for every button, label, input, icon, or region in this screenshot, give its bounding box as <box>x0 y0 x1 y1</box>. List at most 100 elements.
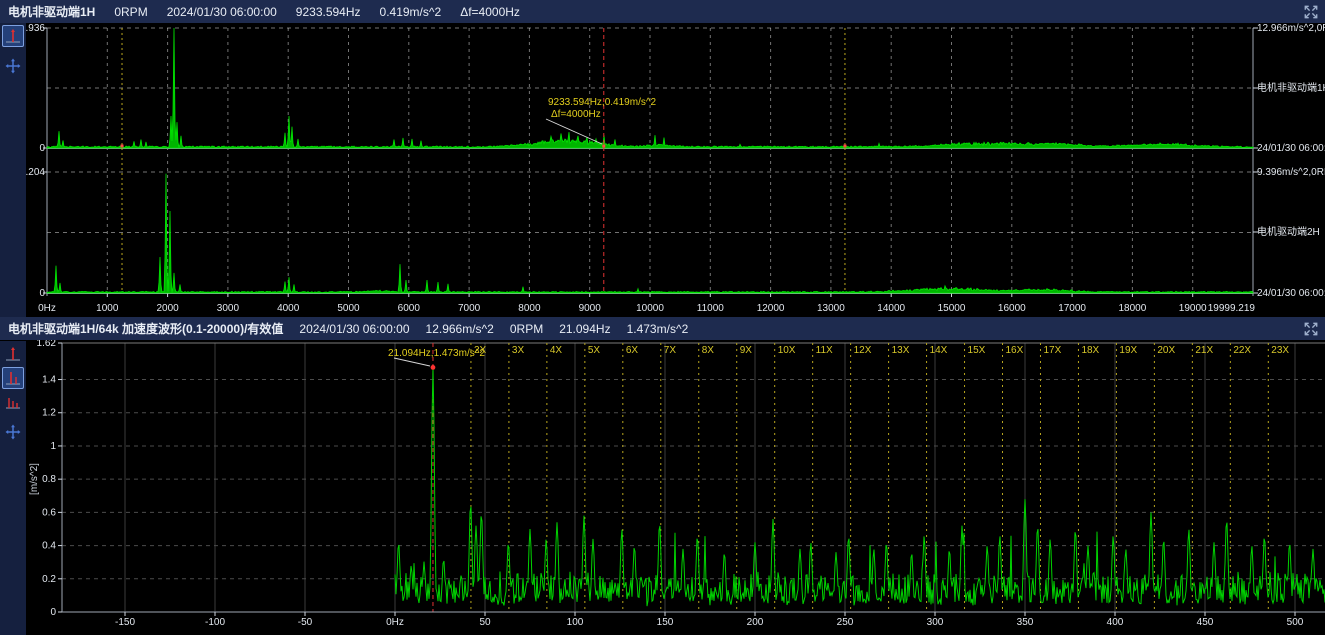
x-tick-label: 7000 <box>458 303 481 314</box>
top-plot-area[interactable]: 0Hz1000200030004000500060007000800090001… <box>0 0 1325 317</box>
x-tick-label: 14000 <box>877 303 905 314</box>
rpm-value: 0RPM <box>510 322 543 336</box>
bottom-toolbar <box>0 341 26 635</box>
y-tick-label: 1.4 <box>42 375 56 386</box>
harmonic-order-label: 8X <box>702 345 715 356</box>
y-axis-unit-label: [m/s^2] <box>29 463 40 495</box>
harmonic-cursor-tool-button[interactable] <box>2 391 24 413</box>
x-tick-label: 13000 <box>817 303 845 314</box>
x-tick-label: 6000 <box>398 303 421 314</box>
annotation-pointer-line <box>394 358 430 366</box>
harmonic-order-label: 22X <box>1233 345 1251 356</box>
harmonic-order-label: 12X <box>854 345 872 356</box>
y-tick-label: 0.4 <box>42 541 56 552</box>
harmonic-order-label: 10X <box>778 345 796 356</box>
x-tick-label: 500 <box>1287 617 1304 628</box>
peak-annotation-line2: Δf=4000Hz <box>551 109 601 120</box>
peak-annotation: 21.094Hz,1.473m/s^2 <box>388 348 485 359</box>
harmonic-order-label: 23X <box>1271 345 1289 356</box>
x-tick-label: 250 <box>837 617 854 628</box>
x-tick-label: 12000 <box>757 303 785 314</box>
bottom-panel-header: 电机非驱动端1H/64k 加速度波形(0.1-20000)/有效值 2024/0… <box>0 317 1325 340</box>
move-icon <box>4 57 22 75</box>
sideband-cursor-tool-button[interactable] <box>2 367 24 389</box>
x-tick-label: 10000 <box>636 303 664 314</box>
pan-tool-button[interactable] <box>2 421 24 443</box>
cursor-amplitude-value: 1.473m/s^2 <box>627 322 689 336</box>
harmonic-order-label: 13X <box>892 345 910 356</box>
harmonic-order-label: 3X <box>512 345 525 356</box>
top-panel-header: 电机非驱动端1H 0RPM 2024/01/30 06:00:00 9233.5… <box>0 0 1325 23</box>
move-icon <box>4 423 22 441</box>
harmonic-order-label: 17X <box>1043 345 1061 356</box>
datetime-value: 2024/01/30 06:00:00 <box>299 322 409 336</box>
x-tick-label: 5000 <box>337 303 360 314</box>
channel-name: 电机非驱动端1H/64k 加速度波形(0.1-20000)/有效值 <box>8 320 283 337</box>
x-tick-label: -100 <box>205 617 225 628</box>
x-tick-label: 100 <box>567 617 584 628</box>
x-tick-label: -50 <box>298 617 313 628</box>
x-tick-label: 350 <box>1017 617 1034 628</box>
harmonic-order-label: 19X <box>1119 345 1137 356</box>
annotation-pointer-line <box>546 119 602 144</box>
harmonic-order-label: 7X <box>664 345 677 356</box>
datetime-value: 2024/01/30 06:00:00 <box>167 5 277 19</box>
spectrum-trace <box>395 367 1325 606</box>
y-tick-label: 0 <box>50 607 56 618</box>
harmonic-order-label: 18X <box>1081 345 1099 356</box>
cursor-amplitude-value: 0.419m/s^2 <box>380 5 442 19</box>
x-tick-label: 450 <box>1197 617 1214 628</box>
harmonic-order-label: 6X <box>626 345 639 356</box>
y-tick-label: 1 <box>50 441 56 452</box>
rpm-value: 0RPM <box>114 5 147 19</box>
x-tick-label: 11000 <box>697 303 725 314</box>
bottom-plot-area[interactable]: 2X3X4X5X6X7X8X9X10X11X12X13X14X15X16X17X… <box>0 317 1325 635</box>
right-axis-label: 电机驱动端2H <box>1257 225 1320 238</box>
harmonic-order-label: 5X <box>588 345 601 356</box>
x-tick-label: 150 <box>657 617 674 628</box>
x-tick-label: 200 <box>747 617 764 628</box>
expand-icon[interactable] <box>1303 321 1319 337</box>
right-axis-label: 电机非驱动端1H <box>1257 81 1325 94</box>
right-axis-label: 12.966m/s^2,0RPM <box>1257 23 1325 34</box>
harmonic-order-label: 21X <box>1195 345 1213 356</box>
cursor-frequency-value: 9233.594Hz <box>296 5 361 19</box>
y-tick-label: 0.2 <box>42 574 56 585</box>
harmonic-order-label: 20X <box>1157 345 1175 356</box>
y-zero-label: 0 <box>39 143 45 154</box>
cursor-base-marker <box>602 145 605 148</box>
x-tick-label: 9000 <box>579 303 602 314</box>
x-tick-label: 17000 <box>1058 303 1086 314</box>
cursor-base-marker <box>121 145 124 148</box>
right-axis-label: 9.396m/s^2,0RPM <box>1257 167 1325 178</box>
x-tick-label: 400 <box>1107 617 1124 628</box>
harmonic-order-label: 16X <box>1006 345 1024 356</box>
x-tick-label: 0Hz <box>386 617 404 628</box>
x-tick-label: 300 <box>927 617 944 628</box>
harmonic-order-label: 4X <box>550 345 563 356</box>
y-tick-label: 1.2 <box>42 408 56 419</box>
x-tick-label: 1000 <box>96 303 119 314</box>
harmonic-order-label: 15X <box>968 345 986 356</box>
single-cursor-tool-button[interactable] <box>2 343 24 365</box>
x-tick-label: -150 <box>115 617 135 628</box>
y-tick-label: 0.8 <box>42 474 56 485</box>
y-zero-label: 0 <box>39 288 45 299</box>
pan-tool-button[interactable] <box>2 55 24 77</box>
x-tick-label: 19000 <box>1179 303 1207 314</box>
cursor-tool-button[interactable] <box>2 25 24 47</box>
harmonic-order-label: 11X <box>816 345 833 356</box>
x-tick-label: 8000 <box>518 303 541 314</box>
right-axis-label: 24/01/30 06:00:00 <box>1257 288 1325 299</box>
bottom-spectrum-panel: 电机非驱动端1H/64k 加速度波形(0.1-20000)/有效值 2024/0… <box>0 317 1325 635</box>
peak-marker-dot <box>431 365 436 370</box>
top-toolbar <box>0 23 26 317</box>
x-tick-label: 50 <box>479 617 491 628</box>
x-tick-label: 4000 <box>277 303 300 314</box>
expand-icon[interactable] <box>1303 4 1319 20</box>
top-gridlines <box>47 28 1253 293</box>
x-tick-label: 16000 <box>998 303 1026 314</box>
cursor-base-marker <box>843 145 846 148</box>
rms-value: 12.966m/s^2 <box>426 322 494 336</box>
y-tick-label: 0.6 <box>42 507 56 518</box>
